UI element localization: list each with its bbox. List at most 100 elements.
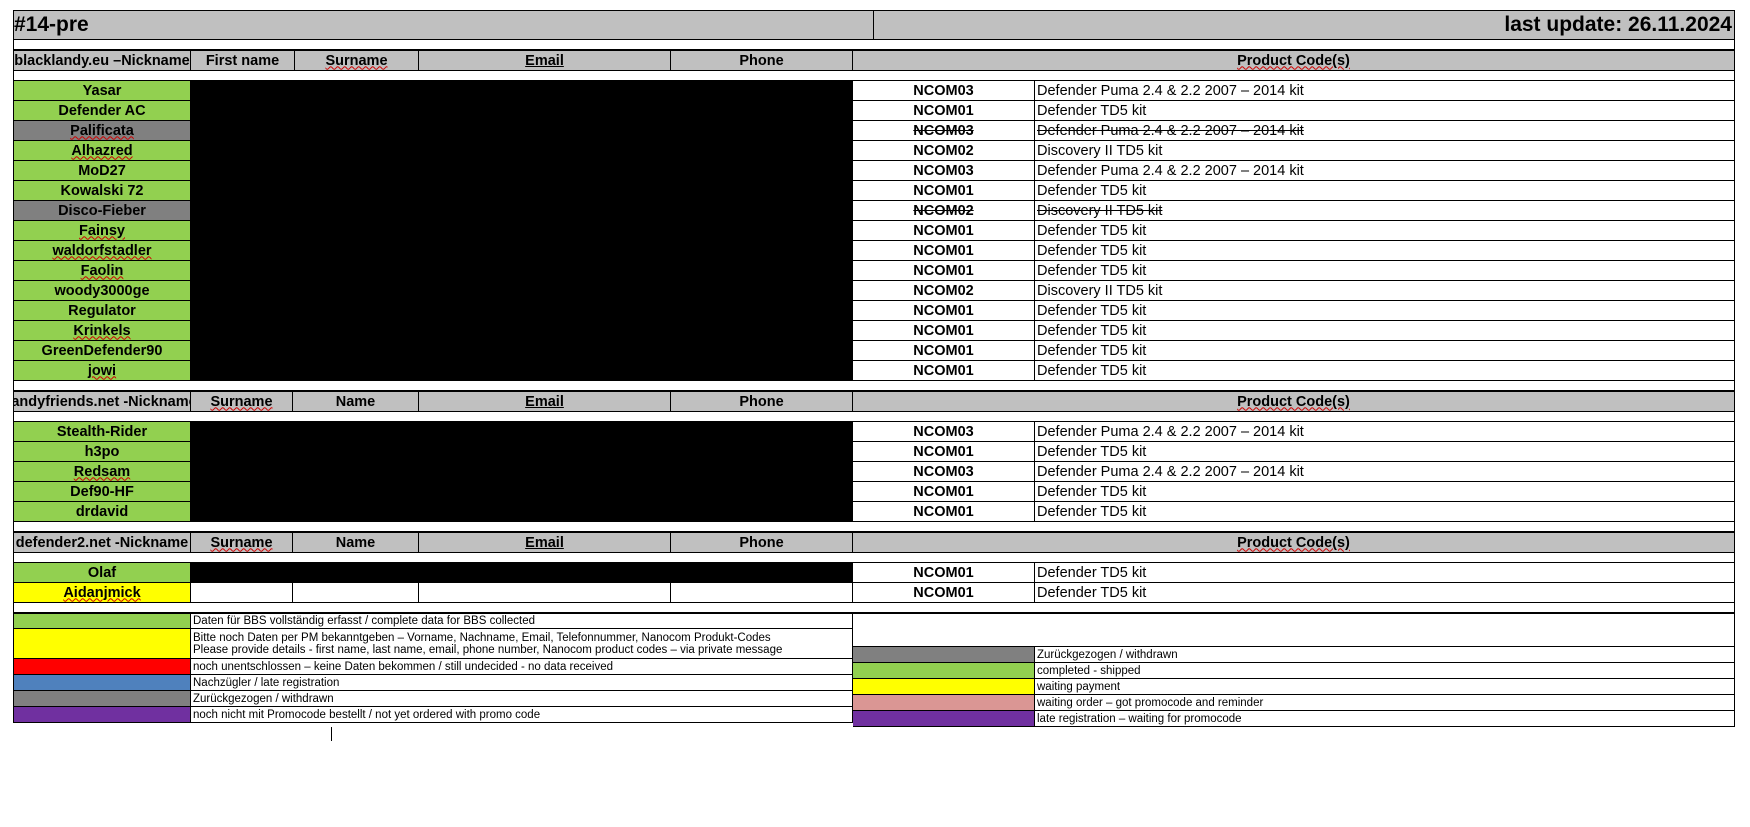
table-row: Olaf NCOM01 Defender TD5 kit [13,563,1735,583]
product-code-cell: NCOM01 [853,482,1035,502]
product-name-cell: Defender TD5 kit [1035,442,1735,462]
product-name-cell: Defender TD5 kit [1035,482,1735,502]
legend-swatch [853,711,1035,727]
legend-swatch [853,679,1035,695]
table-row: jowi NCOM01 Defender TD5 kit [13,361,1735,381]
col-product-codes: Product Code(s) [853,50,1735,71]
legend-label: Zurückgezogen / withdrawn [1035,647,1735,663]
nickname-cell: Yasar [13,81,191,101]
nickname-cell: Alhazred [13,141,191,161]
col-phone: Phone [671,532,853,553]
legend-item: Daten für BBS vollständig erfasst / comp… [13,613,853,629]
product-code-cell: NCOM01 [853,321,1035,341]
product-name-cell: Defender Puma 2.4 & 2.2 2007 – 2014 kit [1035,161,1735,181]
redacted-block [191,261,853,281]
redacted-block [191,121,853,141]
legend-item: noch nicht mit Promocode bestellt / not … [13,707,853,723]
col-name: Name [293,532,419,553]
product-code-cell: NCOM02 [853,281,1035,301]
product-code-cell: NCOM03 [853,81,1035,101]
product-name-cell: Defender TD5 kit [1035,361,1735,381]
product-name-cell: Discovery II TD5 kit [1035,141,1735,161]
nickname-cell: Defender AC [13,101,191,121]
product-name-cell: Discovery II TD5 kit [1035,201,1735,221]
col-product-codes: Product Code(s) [853,532,1735,553]
nickname-cell: Kowalski 72 [13,181,191,201]
product-code-cell: NCOM01 [853,181,1035,201]
legend-label: waiting payment [1035,679,1735,695]
legend-left: Daten für BBS vollständig erfasst / comp… [13,613,853,727]
product-name-cell: Defender Puma 2.4 & 2.2 2007 – 2014 kit [1035,121,1735,141]
nickname-cell: Palificata [13,121,191,141]
table-row: Regulator NCOM01 Defender TD5 kit [13,301,1735,321]
legend-label: noch nicht mit Promocode bestellt / not … [191,707,853,723]
redacted-block [191,241,853,261]
legend-label: Bitte noch Daten per PM bekanntgeben – V… [191,629,853,659]
redacted-block [191,361,853,381]
product-code-cell: NCOM01 [853,502,1035,522]
col-product-codes: Product Code(s) [853,391,1735,412]
table-row: Alhazred NCOM02 Discovery II TD5 kit [13,141,1735,161]
table-row: Yasar NCOM03 Defender Puma 2.4 & 2.2 200… [13,81,1735,101]
legend-swatch [853,663,1035,679]
product-name-cell: Defender TD5 kit [1035,583,1735,603]
nickname-cell: Krinkels [13,321,191,341]
product-name-cell: Defender Puma 2.4 & 2.2 2007 – 2014 kit [1035,81,1735,101]
col-phone: Phone [671,391,853,412]
product-code-cell: NCOM01 [853,361,1035,381]
redacted-block [191,321,853,341]
nickname-cell: woody3000ge [13,281,191,301]
product-name-cell: Defender TD5 kit [1035,563,1735,583]
spreadsheet: #14-pre last update: 26.11.2024 blacklan… [13,10,1735,741]
legend-item: Zurückgezogen / withdrawn [853,647,1735,663]
product-name-cell: Defender TD5 kit [1035,101,1735,121]
table-row-withdrawn: Palificata NCOM03 Defender Puma 2.4 & 2.… [13,121,1735,141]
legend-label: Zurückgezogen / withdrawn [191,691,853,707]
nickname-cell: drdavid [13,502,191,522]
nickname-cell: Olaf [13,563,191,583]
redacted-block [191,81,853,101]
section-body-landyfriends: Stealth-Rider NCOM03 Defender Puma 2.4 &… [13,422,1735,522]
nickname-cell: jowi [13,361,191,381]
table-row: Fainsy NCOM01 Defender TD5 kit [13,221,1735,241]
product-code-cell: NCOM01 [853,442,1035,462]
section-header-landyfriends: landyfriends.net -Nickname Surname Name … [13,391,1735,412]
redacted-block [191,301,853,321]
table-row: drdavid NCOM01 Defender TD5 kit [13,502,1735,522]
email-cell [419,583,671,603]
product-name-cell: Defender TD5 kit [1035,341,1735,361]
legend-label: waiting order – got promocode and remind… [1035,695,1735,711]
product-code-cell: NCOM01 [853,221,1035,241]
col-nickname: blacklandy.eu –Nickname [13,50,191,71]
nickname-cell: GreenDefender90 [13,341,191,361]
legend-label: completed - shipped [1035,663,1735,679]
legend-swatch [13,707,191,723]
table-row: MoD27 NCOM03 Defender Puma 2.4 & 2.2 200… [13,161,1735,181]
product-name-cell: Defender TD5 kit [1035,321,1735,341]
product-code-cell: NCOM02 [853,141,1035,161]
table-row-pending: Aidanjmick NCOM01 Defender TD5 kit [13,583,1735,603]
legend-label: Nachzügler / late registration [191,675,853,691]
legend-label: late registration – waiting for promocod… [1035,711,1735,727]
table-row: Defender AC NCOM01 Defender TD5 kit [13,101,1735,121]
legend-swatch [853,647,1035,663]
redacted-block [191,221,853,241]
spacer-row [13,40,1735,50]
table-row: Kowalski 72 NCOM01 Defender TD5 kit [13,181,1735,201]
redacted-block [191,181,853,201]
col-email: Email [419,50,671,71]
table-row: h3po NCOM01 Defender TD5 kit [13,442,1735,462]
product-name-cell: Defender TD5 kit [1035,502,1735,522]
nickname-cell: waldorfstadler [13,241,191,261]
product-code-cell: NCOM02 [853,201,1035,221]
legend-swatch [13,659,191,675]
legend-label: noch unentschlossen – keine Daten bekomm… [191,659,853,675]
nickname-cell: h3po [13,442,191,462]
redacted-block [191,101,853,121]
col-nickname: defender2.net -Nickname [13,532,191,553]
redacted-block [191,462,853,482]
nickname-cell: Redsam [13,462,191,482]
table-row: Stealth-Rider NCOM03 Defender Puma 2.4 &… [13,422,1735,442]
legend-swatch [13,613,191,629]
redacted-block [191,442,853,462]
